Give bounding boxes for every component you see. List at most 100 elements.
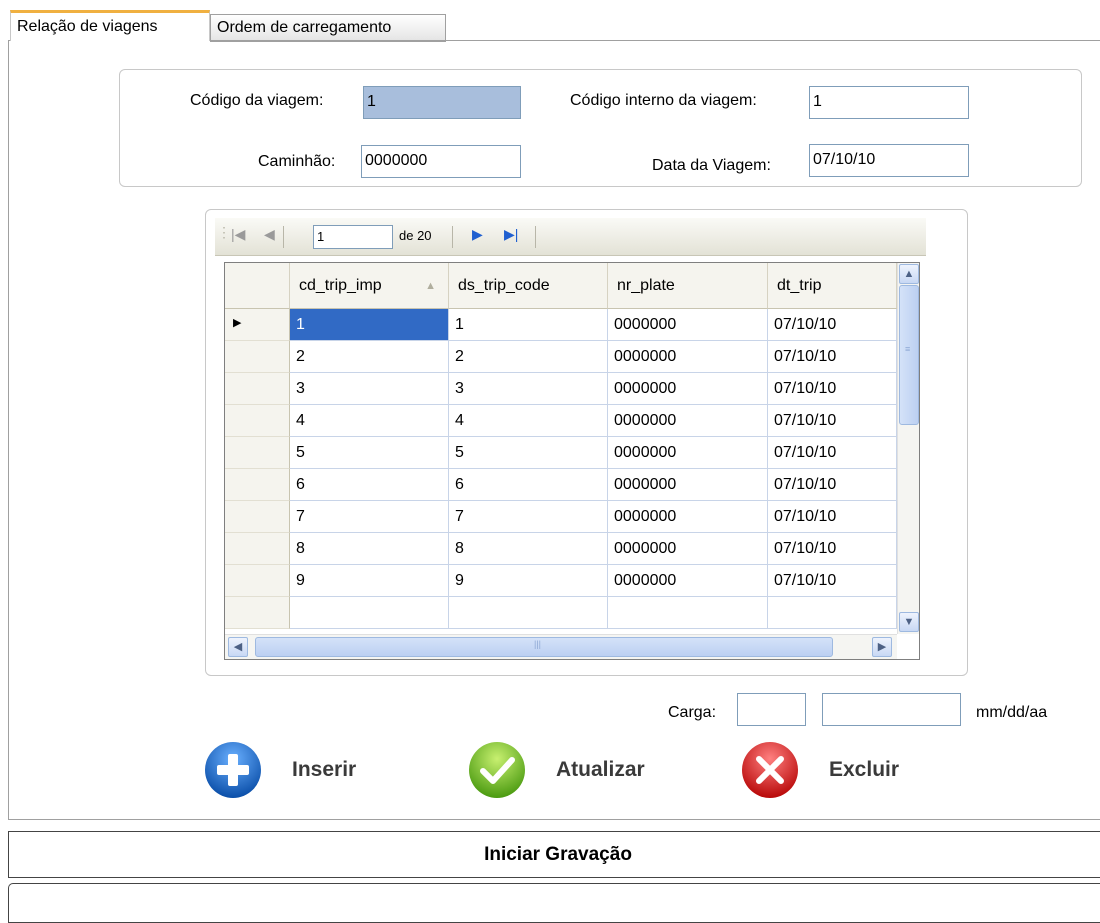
grid-cell[interactable]: 0000000: [608, 565, 768, 597]
column-header-nr-plate[interactable]: nr_plate: [608, 263, 768, 309]
data-viagem-field[interactable]: 07/10/10: [809, 144, 969, 177]
grid-cell[interactable]: 3: [290, 373, 449, 405]
grid-cell[interactable]: 0000000: [608, 341, 768, 373]
grid-cell[interactable]: 9: [449, 565, 608, 597]
row-header[interactable]: [225, 373, 290, 405]
column-header-cd-trip-imp[interactable]: cd_trip_imp ▲: [290, 263, 449, 309]
grid-cell[interactable]: 07/10/10: [768, 309, 897, 341]
grid-cell[interactable]: 6: [449, 469, 608, 501]
nav-separator: [283, 226, 284, 248]
move-last-icon[interactable]: ▶|: [504, 226, 518, 243]
tab-relacao-viagens[interactable]: Relação de viagens: [10, 10, 210, 41]
vertical-scroll-thumb[interactable]: ≡: [899, 285, 919, 425]
x-circle-icon: [742, 742, 798, 798]
grid-cell[interactable]: 0000000: [608, 373, 768, 405]
move-previous-icon[interactable]: ◀: [264, 226, 275, 243]
grid-cell[interactable]: 0000000: [608, 501, 768, 533]
update-button[interactable]: [467, 740, 527, 800]
grid-cell[interactable]: 0000000: [608, 437, 768, 469]
row-header[interactable]: [225, 405, 290, 437]
grid-cell[interactable]: 9: [290, 565, 449, 597]
check-circle-icon: [469, 742, 525, 798]
row-header[interactable]: [225, 469, 290, 501]
grid-cell[interactable]: 07/10/10: [768, 405, 897, 437]
delete-button[interactable]: [740, 740, 800, 800]
grid-cell[interactable]: 07/10/10: [768, 533, 897, 565]
grid-cell[interactable]: 07/10/10: [768, 501, 897, 533]
tab-ordem-carregamento[interactable]: Ordem de carregamento: [210, 14, 446, 42]
grid-cell[interactable]: 2: [290, 341, 449, 373]
grid-cell[interactable]: 07/10/10: [768, 437, 897, 469]
scroll-down-icon[interactable]: ▼: [899, 612, 919, 632]
count-label: de 20: [399, 228, 432, 243]
grid-cell[interactable]: 5: [290, 437, 449, 469]
grid-cell[interactable]: 8: [290, 533, 449, 565]
row-header[interactable]: [225, 501, 290, 533]
insert-button[interactable]: [203, 740, 263, 800]
start-recording-label: Iniciar Gravação: [484, 844, 632, 865]
grid-cell[interactable]: 4: [449, 405, 608, 437]
update-label[interactable]: Atualizar: [556, 758, 645, 782]
grid-cell[interactable]: [608, 597, 768, 629]
carga-label: Carga:: [668, 704, 717, 721]
carga-date-field[interactable]: [822, 693, 961, 726]
vertical-scrollbar[interactable]: ▲ ≡ ▼: [897, 263, 919, 634]
grid-cell[interactable]: 2: [449, 341, 608, 373]
row-header[interactable]: ▶: [225, 309, 290, 341]
grid-cell[interactable]: 7: [290, 501, 449, 533]
column-header-dt-trip[interactable]: dt_trip: [768, 263, 897, 309]
caminhao-field[interactable]: 0000000: [361, 145, 521, 178]
data-viagem-label: Data da Viagem:: [652, 157, 771, 174]
codigo-interno-label: Código interno da viagem:: [570, 92, 757, 109]
grid-cell[interactable]: 07/10/10: [768, 565, 897, 597]
grid-cell[interactable]: 6: [290, 469, 449, 501]
column-header-label: dt_trip: [777, 277, 822, 294]
move-next-icon[interactable]: ▶: [472, 226, 483, 243]
grid-cell[interactable]: [290, 597, 449, 629]
insert-label[interactable]: Inserir: [292, 758, 356, 782]
grid-cell[interactable]: 3: [449, 373, 608, 405]
plus-circle-icon: [205, 742, 261, 798]
grid-cell[interactable]: 1: [290, 309, 449, 341]
column-header-label: cd_trip_imp: [299, 277, 382, 294]
grid-cell[interactable]: 5: [449, 437, 608, 469]
codigo-viagem-field[interactable]: 1: [363, 86, 521, 119]
column-header-label: nr_plate: [617, 277, 675, 294]
row-header[interactable]: [225, 437, 290, 469]
grid-cell[interactable]: 1: [449, 309, 608, 341]
delete-label[interactable]: Excluir: [829, 758, 899, 782]
scroll-right-icon[interactable]: ▶: [872, 637, 892, 657]
grid-cell[interactable]: 0000000: [608, 309, 768, 341]
start-recording-button[interactable]: Iniciar Gravação: [8, 831, 1100, 878]
grid-cell[interactable]: 4: [290, 405, 449, 437]
scroll-left-icon[interactable]: ◀: [228, 637, 248, 657]
codigo-interno-field[interactable]: 1: [809, 86, 969, 119]
scroll-up-icon[interactable]: ▲: [899, 264, 919, 284]
grid-cell[interactable]: 7: [449, 501, 608, 533]
row-header[interactable]: [225, 341, 290, 373]
binding-navigator: ⋮ |◀ ◀ 1 de 20 ▶ ▶|: [215, 218, 926, 256]
row-header[interactable]: [225, 597, 290, 629]
position-field[interactable]: 1: [313, 225, 393, 249]
trips-grid[interactable]: cd_trip_imp ▲ ds_trip_code nr_plate dt_tr…: [224, 262, 920, 660]
grid-cell[interactable]: 07/10/10: [768, 373, 897, 405]
horizontal-scroll-thumb[interactable]: |||: [255, 637, 833, 657]
grid-cell[interactable]: 0000000: [608, 533, 768, 565]
move-first-icon[interactable]: |◀: [231, 226, 245, 243]
current-row-indicator-icon: ▶: [233, 317, 242, 329]
row-header[interactable]: [225, 533, 290, 565]
grid-cell[interactable]: [449, 597, 608, 629]
horizontal-scrollbar[interactable]: ◀ ||| ▶: [225, 634, 897, 659]
grid-cell[interactable]: 07/10/10: [768, 341, 897, 373]
grid-cell[interactable]: [768, 597, 897, 629]
grid-cell[interactable]: 8: [449, 533, 608, 565]
column-header-ds-trip-code[interactable]: ds_trip_code: [449, 263, 608, 309]
row-header[interactable]: [225, 565, 290, 597]
column-header-label: ds_trip_code: [458, 277, 550, 294]
nav-separator: [535, 226, 536, 248]
carga-field[interactable]: [737, 693, 806, 726]
sort-ascending-icon: ▲: [425, 280, 436, 292]
grid-cell[interactable]: 0000000: [608, 469, 768, 501]
grid-cell[interactable]: 0000000: [608, 405, 768, 437]
grid-cell[interactable]: 07/10/10: [768, 469, 897, 501]
